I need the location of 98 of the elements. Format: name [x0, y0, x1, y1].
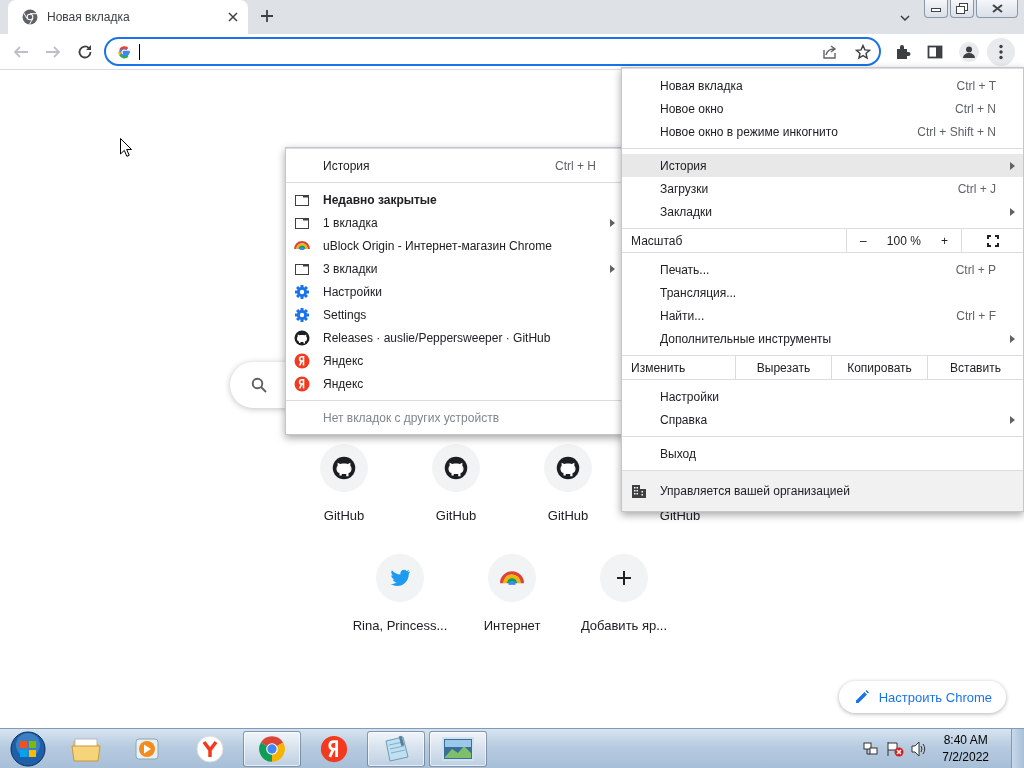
menu-item[interactable]: Releases · auslie/Peppersweeper · GitHub [286, 326, 623, 349]
taskbar-button[interactable] [243, 730, 301, 767]
yandex-icon [294, 352, 310, 369]
network-icon[interactable] [863, 740, 880, 757]
menu-item-label: Изменить [631, 360, 687, 375]
menu-item[interactable]: История Ctrl + H [286, 154, 623, 177]
menu-item[interactable]: Яндекс [286, 349, 623, 372]
pencil-icon [854, 690, 869, 704]
speaker-icon[interactable] [911, 740, 928, 757]
github-icon[interactable] [544, 444, 592, 492]
close-icon[interactable] [228, 12, 238, 22]
photo-viewer-icon [442, 736, 474, 761]
person-icon [963, 45, 975, 58]
tab-title: Новая вкладка [47, 10, 131, 24]
menu-item[interactable]: Настройки [286, 280, 623, 303]
cursor-icon [120, 138, 132, 157]
github-icon [294, 329, 310, 346]
store-icon [294, 241, 310, 250]
close-icon [991, 4, 1003, 13]
submenu-arrow-icon [1010, 415, 1015, 424]
submenu-arrow-icon [610, 218, 615, 227]
folder-icon [71, 735, 101, 762]
github-icon[interactable] [320, 444, 368, 492]
menu-item[interactable]: Печать... Ctrl + P [622, 258, 1023, 281]
zoom-out-button[interactable]: – [854, 233, 873, 248]
menu-icon [999, 43, 1003, 60]
menu-item[interactable]: Справка [622, 408, 1023, 431]
shortcut-label[interactable]: Rina, Princess... [352, 618, 448, 633]
yandex-icon [320, 734, 348, 763]
menu-item[interactable]: 1 вкладка [286, 211, 623, 234]
restore-button[interactable] [950, 0, 974, 18]
taskbar-button[interactable] [429, 730, 487, 767]
zoom-level: 100 % [886, 233, 921, 248]
chevron-down-icon[interactable] [900, 15, 910, 21]
fullscreen-icon [986, 234, 999, 247]
close-button[interactable] [976, 0, 1018, 18]
search-icon [251, 377, 267, 393]
start-button[interactable] [10, 730, 46, 767]
menu-item[interactable]: Нет вкладок с других устройств [286, 406, 623, 429]
customize-button[interactable]: Настроить Chrome [838, 681, 1006, 713]
edit-menu-button[interactable]: Вырезать [735, 356, 831, 379]
menu-item[interactable]: Выход [622, 442, 1023, 465]
menu-item[interactable]: Трансляция... [622, 281, 1023, 304]
edit-menu-button[interactable]: Вставить [927, 356, 1023, 379]
minimize-button[interactable] [924, 0, 948, 18]
bird-icon[interactable] [376, 554, 424, 602]
submenu-arrow-icon [1010, 334, 1015, 343]
clock[interactable]: 8:40 AM 7/2/2022 [942, 731, 989, 766]
submenu-arrow-icon [1010, 207, 1015, 216]
shortcut-label[interactable]: Добавить яр... [580, 618, 668, 633]
browser-icon [196, 734, 224, 763]
menu-item[interactable]: Settings [286, 303, 623, 326]
taskbar-button[interactable] [367, 730, 425, 767]
flag-icon[interactable] [886, 740, 905, 757]
submenu-arrow-icon [1010, 161, 1015, 170]
zoom-in-button[interactable]: + [934, 233, 954, 248]
shortcut-label[interactable]: GitHub [435, 508, 477, 523]
menu-item[interactable]: uBlock Origin - Интернет-магазин Chrome [286, 234, 623, 257]
menu-item[interactable]: Закладки [622, 200, 1023, 223]
yandex-icon [294, 375, 310, 392]
plus-icon[interactable] [261, 10, 273, 22]
menu-item[interactable]: Новое окно в режиме инкогнито Ctrl + Shift + N [622, 120, 1023, 143]
reload-icon[interactable] [77, 43, 93, 60]
star-icon[interactable] [855, 43, 871, 60]
shortcut-label[interactable]: Интернет [483, 618, 541, 633]
shortcut-label[interactable]: GitHub [323, 508, 365, 523]
minimize-icon [931, 5, 941, 12]
menu-button[interactable] [987, 37, 1015, 66]
menu-item[interactable]: Настройки [622, 385, 1023, 408]
menu-item[interactable]: История [622, 154, 1023, 177]
menu-item[interactable]: Дополнительные инструменты [622, 327, 1023, 350]
gear-icon [294, 283, 310, 300]
menu-item[interactable]: Новое окно Ctrl + N [622, 97, 1023, 120]
menu-item-label: Масштаб [631, 233, 684, 248]
menu-item[interactable]: Недавно закрытые [286, 188, 623, 211]
edit-menu-button[interactable]: Копировать [831, 356, 927, 379]
building-icon [631, 483, 647, 499]
chrome-icon [258, 734, 286, 763]
side-panel-icon[interactable] [927, 43, 943, 60]
submenu-arrow-icon [610, 264, 615, 273]
profile-button[interactable] [959, 41, 979, 62]
shortcut-label[interactable]: GitHub [547, 508, 589, 523]
logo-icon [117, 44, 131, 59]
menu-item[interactable]: Новая вкладка Ctrl + T [622, 74, 1023, 97]
plus-icon[interactable] [600, 554, 648, 602]
puzzle-icon[interactable] [895, 43, 911, 60]
menu-item[interactable]: Загрузки Ctrl + J [622, 177, 1023, 200]
gear-icon [294, 306, 310, 323]
share-icon[interactable] [822, 43, 838, 60]
menu-item[interactable]: Яндекс [286, 372, 623, 395]
restore-icon [956, 3, 968, 14]
tab[interactable]: Новая вкладка [8, 0, 248, 34]
store-icon[interactable] [488, 554, 536, 602]
menu-item[interactable]: Найти... Ctrl + F [622, 304, 1023, 327]
browser-logo-icon [22, 9, 38, 25]
github-icon[interactable] [432, 444, 480, 492]
address-field[interactable] [104, 37, 881, 66]
menu-item[interactable]: 3 вкладки [286, 257, 623, 280]
